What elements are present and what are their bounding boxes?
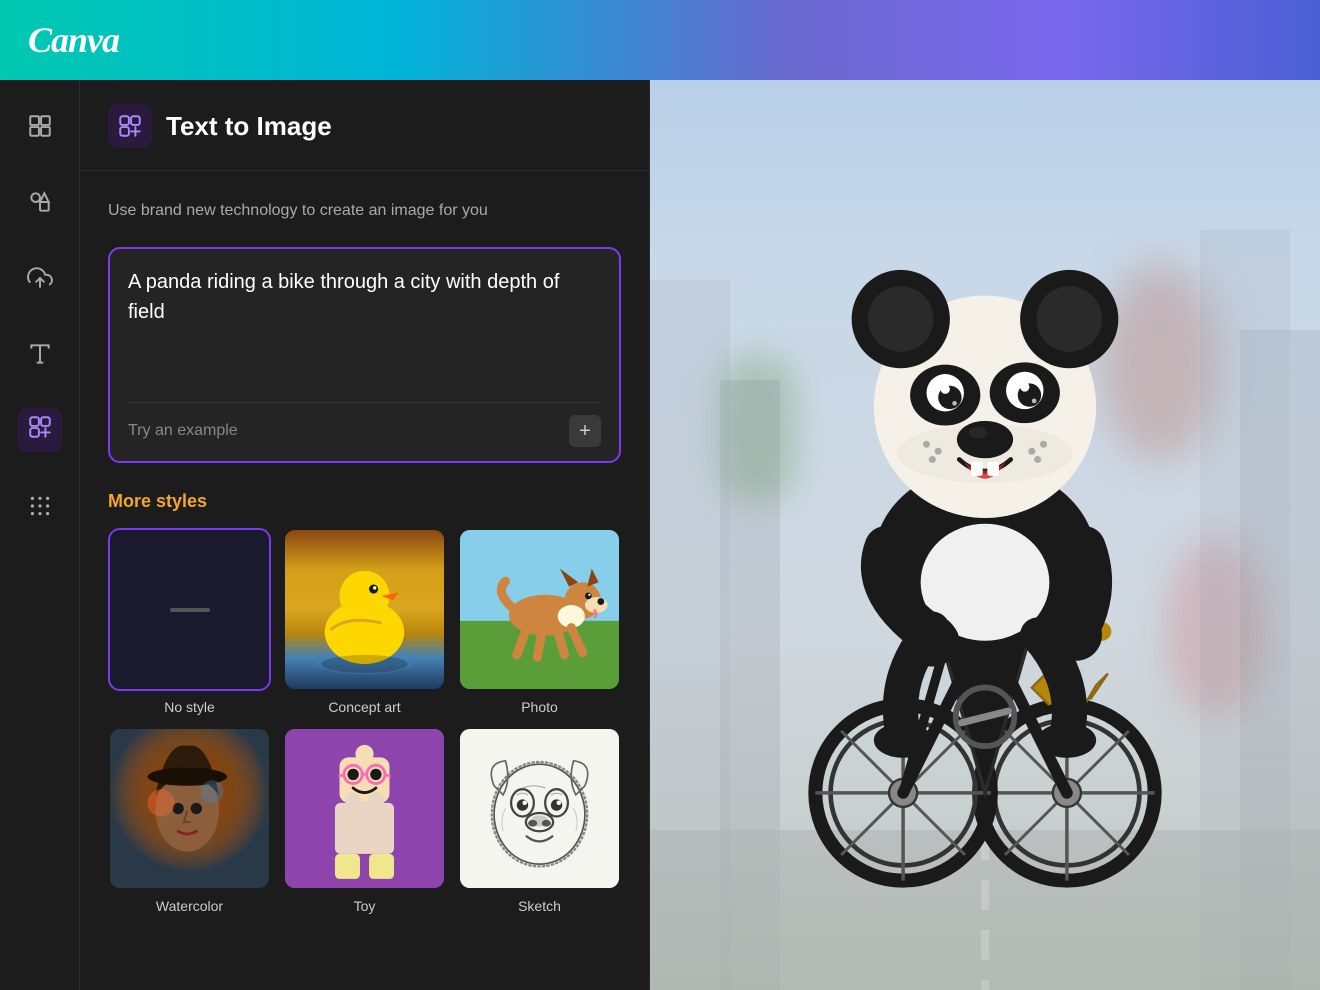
prompt-input[interactable]: A panda riding a bike through a city wit… bbox=[128, 267, 601, 387]
style-label-watercolor: Watercolor bbox=[156, 898, 223, 914]
shapes-icon bbox=[27, 189, 53, 215]
style-item-lego[interactable]: Toy bbox=[283, 727, 446, 914]
concept-art-visual bbox=[285, 530, 444, 689]
style-item-sketch[interactable]: Sketch bbox=[458, 727, 621, 914]
lego-figure-illustration bbox=[285, 729, 444, 888]
sidebar-item-ai-image[interactable] bbox=[18, 408, 62, 452]
portrait-visual bbox=[110, 729, 269, 888]
sidebar-item-elements[interactable] bbox=[18, 180, 62, 224]
panel-header: Text to Image bbox=[80, 80, 649, 171]
app-header: Canva bbox=[0, 0, 1320, 80]
style-thumb-watercolor bbox=[108, 727, 271, 890]
style-item-concept-art[interactable]: Concept art bbox=[283, 528, 446, 715]
style-label-concept-art: Concept art bbox=[328, 699, 400, 715]
sketch-visual bbox=[460, 729, 619, 888]
sidebar-item-uploads[interactable] bbox=[18, 256, 62, 300]
panel-description: Use brand new technology to create an im… bbox=[108, 199, 621, 223]
style-thumb-no-style bbox=[108, 528, 271, 691]
no-style-dash bbox=[170, 608, 210, 612]
more-styles-title: More styles bbox=[108, 491, 621, 512]
panel-body: Use brand new technology to create an im… bbox=[80, 171, 649, 926]
style-label-photo: Photo bbox=[521, 699, 558, 715]
main-layout: Text to Image Use brand new technology t… bbox=[0, 80, 1320, 990]
style-label-no-style: No style bbox=[164, 699, 215, 715]
panel-title: Text to Image bbox=[166, 111, 332, 142]
sidebar-item-apps[interactable] bbox=[18, 484, 62, 528]
portrait-illustration bbox=[110, 729, 269, 888]
sidebar-item-layout[interactable] bbox=[18, 104, 62, 148]
style-label-sketch: Sketch bbox=[518, 898, 561, 914]
ai-image-icon bbox=[27, 414, 53, 446]
text-to-image-panel-icon bbox=[117, 113, 143, 139]
panda-image-container bbox=[650, 80, 1320, 990]
canvas-area bbox=[650, 80, 1320, 990]
style-thumb-photo bbox=[458, 528, 621, 691]
apps-icon bbox=[27, 493, 53, 519]
panda-svg-container bbox=[650, 80, 1320, 990]
style-thumb-lego bbox=[283, 727, 446, 890]
style-item-photo[interactable]: Photo bbox=[458, 528, 621, 715]
photo-visual bbox=[460, 530, 619, 689]
corgi-illustration bbox=[460, 530, 619, 689]
sketch-illustration bbox=[460, 729, 619, 888]
ai-magic-icon bbox=[27, 414, 53, 440]
text-to-image-panel: Text to Image Use brand new technology t… bbox=[80, 80, 650, 990]
layout-icon bbox=[27, 113, 53, 139]
prompt-container: A panda riding a bike through a city wit… bbox=[108, 247, 621, 463]
style-thumb-sketch bbox=[458, 727, 621, 890]
style-thumb-concept-art bbox=[283, 528, 446, 691]
style-item-no-style[interactable]: No style bbox=[108, 528, 271, 715]
sidebar-item-text[interactable] bbox=[18, 332, 62, 376]
canva-logo: Canva bbox=[28, 19, 119, 61]
text-icon bbox=[27, 341, 53, 367]
icon-sidebar bbox=[0, 80, 80, 990]
no-style-background bbox=[110, 530, 269, 689]
panda-illustration bbox=[751, 126, 1219, 945]
style-item-watercolor[interactable]: Watercolor bbox=[108, 727, 271, 914]
more-styles-section: More styles No style bbox=[108, 491, 621, 914]
upload-icon bbox=[27, 265, 53, 291]
try-example-label: Try an example bbox=[128, 422, 238, 440]
lego-visual bbox=[285, 729, 444, 888]
textarea-bottom-bar: Try an example + bbox=[128, 402, 601, 461]
styles-grid: No style bbox=[108, 528, 621, 914]
duck-illustration bbox=[285, 530, 444, 689]
panel-header-icon bbox=[108, 104, 152, 148]
style-label-lego: Toy bbox=[354, 898, 376, 914]
try-example-button[interactable]: + bbox=[569, 415, 601, 447]
